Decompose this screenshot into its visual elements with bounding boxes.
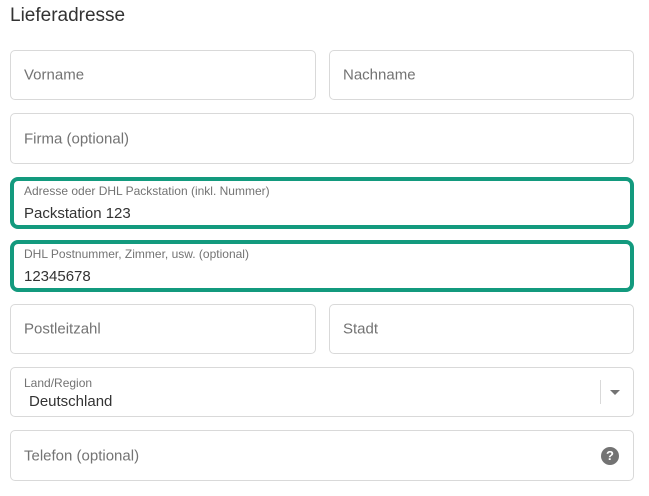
address-label: Adresse oder DHL Packstation (inkl. Numm… (24, 184, 270, 198)
shipping-address-form: Lieferadresse Vorname Nachname Firma (op… (0, 0, 649, 496)
postal-code-placeholder: Postleitzahl (24, 320, 101, 338)
phone-placeholder: Telefon (optional) (24, 447, 140, 464)
phone-field[interactable]: Telefon (optional) ? (10, 430, 634, 481)
last-name-placeholder: Nachname (343, 66, 416, 84)
address2-label: DHL Postnummer, Zimmer, usw. (optional) (24, 247, 249, 261)
last-name-field[interactable]: Nachname (329, 50, 634, 100)
address2-field[interactable]: DHL Postnummer, Zimmer, usw. (optional) … (10, 240, 634, 292)
first-name-field[interactable]: Vorname (10, 50, 316, 100)
city-placeholder: Stadt (343, 320, 379, 338)
address-value: Packstation 123 (24, 205, 131, 222)
select-divider (600, 380, 601, 404)
country-select[interactable]: Land/Region Deutschland (10, 367, 634, 417)
postal-code-field[interactable]: Postleitzahl (10, 304, 316, 354)
city-field[interactable]: Stadt (329, 304, 634, 354)
first-name-placeholder: Vorname (24, 66, 85, 84)
company-field[interactable]: Firma (optional) (10, 113, 634, 164)
address2-value: 12345678 (24, 268, 91, 285)
company-placeholder: Firma (optional) (24, 130, 130, 147)
country-label: Land/Region (24, 376, 93, 390)
chevron-down-icon[interactable] (610, 390, 620, 395)
question-circle-icon[interactable]: ? (601, 446, 619, 465)
country-value: Deutschland (29, 393, 113, 410)
address-field[interactable]: Adresse oder DHL Packstation (inkl. Numm… (10, 177, 634, 229)
section-title: Lieferadresse (10, 5, 126, 26)
